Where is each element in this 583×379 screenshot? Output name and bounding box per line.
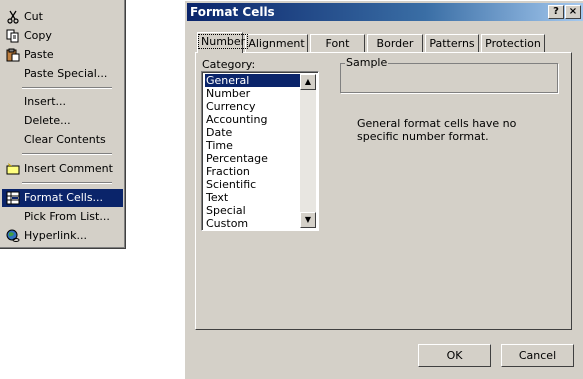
- cancel-button[interactable]: Cancel: [501, 344, 574, 367]
- menu-item-insert-comment[interactable]: Insert Comment: [2, 160, 123, 178]
- tab-border[interactable]: Border: [367, 34, 423, 52]
- menu-separator: [22, 153, 112, 155]
- menu-separator: [22, 87, 112, 89]
- menu-item-label: Copy: [24, 29, 52, 42]
- tab-font[interactable]: Font: [310, 34, 365, 52]
- close-button[interactable]: ×: [565, 5, 581, 19]
- menu-item-label: Paste Special...: [24, 67, 108, 80]
- format-cells-icon: [5, 190, 21, 206]
- menu-item-hyperlink[interactable]: Hyperlink...: [2, 227, 123, 245]
- tab-protection[interactable]: Protection: [481, 34, 545, 52]
- format-cells-dialog: Format Cells ? × Number Alignment Font B…: [184, 0, 583, 379]
- scissors-icon: [5, 9, 21, 25]
- menu-item-label: Paste: [24, 48, 54, 61]
- menu-item-label: Insert Comment: [24, 162, 113, 175]
- tab-alignment[interactable]: Alignment: [245, 34, 308, 52]
- tab-number[interactable]: Number: [197, 32, 249, 53]
- paste-icon: [5, 47, 21, 63]
- menu-item-label: Insert...: [24, 95, 67, 108]
- menu-item-cut[interactable]: Cut: [2, 8, 123, 26]
- help-button[interactable]: ?: [548, 5, 564, 19]
- tab-panel: [195, 52, 572, 330]
- ok-button[interactable]: OK: [418, 344, 491, 367]
- comment-icon: [5, 161, 21, 177]
- menu-item-label: Hyperlink...: [24, 229, 87, 242]
- context-menu: Cut Copy Paste Paste Special... Insert..…: [0, 0, 126, 249]
- menu-item-delete[interactable]: Delete...: [2, 112, 123, 130]
- hyperlink-icon: [5, 228, 21, 244]
- menu-item-label: Cut: [24, 10, 43, 23]
- menu-item-copy[interactable]: Copy: [2, 27, 123, 45]
- dialog-title: Format Cells: [190, 5, 275, 19]
- menu-item-label: Clear Contents: [24, 133, 106, 146]
- menu-item-label: Pick From List...: [24, 210, 110, 223]
- menu-item-clear-contents[interactable]: Clear Contents: [2, 131, 123, 149]
- menu-item-label: Format Cells...: [24, 191, 104, 204]
- menu-item-label: Delete...: [24, 114, 71, 127]
- menu-item-pick-from-list[interactable]: Pick From List...: [2, 208, 123, 226]
- menu-item-insert[interactable]: Insert...: [2, 93, 123, 111]
- menu-separator: [22, 182, 112, 184]
- tab-patterns[interactable]: Patterns: [425, 34, 479, 52]
- menu-item-paste[interactable]: Paste: [2, 46, 123, 64]
- copy-icon: [5, 28, 21, 44]
- dialog-titlebar[interactable]: Format Cells ? ×: [187, 3, 583, 21]
- menu-item-format-cells[interactable]: Format Cells...: [2, 189, 123, 207]
- menu-item-paste-special[interactable]: Paste Special...: [2, 65, 123, 83]
